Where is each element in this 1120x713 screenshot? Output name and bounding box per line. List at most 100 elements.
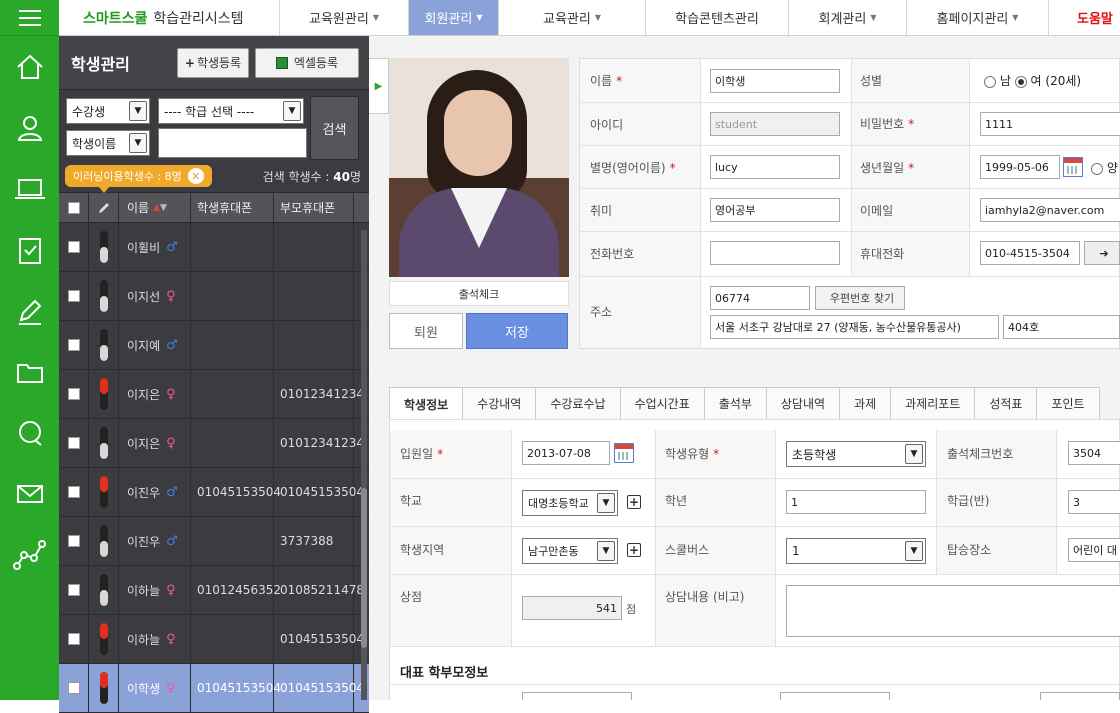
sms-icon[interactable]: ➔ [1084, 241, 1120, 265]
enter-date-input[interactable]: 2013-07-08 [522, 441, 610, 465]
menu-contents[interactable]: 학습콘텐츠관리 [646, 0, 789, 35]
table-row[interactable]: 이진우 ♂ 3737388 [59, 517, 369, 566]
address-detail-input[interactable]: 404호 [1003, 315, 1120, 339]
tab-4[interactable]: 출석부 [703, 387, 767, 419]
row-checkbox[interactable] [67, 388, 80, 400]
zipcode-input[interactable]: 06774 [710, 286, 810, 310]
calendar-icon[interactable] [614, 443, 634, 463]
row-checkbox[interactable] [67, 633, 80, 645]
graph-icon[interactable] [0, 524, 59, 585]
table-row[interactable]: 이휠비 ♂ [59, 223, 369, 272]
tab-7[interactable]: 과제리포트 [890, 387, 976, 419]
add-school-icon[interactable]: + [627, 495, 641, 509]
table-row[interactable]: 이지은 ♀ 01012341234 [59, 419, 369, 468]
row-checkbox[interactable] [67, 584, 80, 596]
class-select[interactable]: ---- 학급 선택 ---- ▼ [158, 98, 304, 124]
phone-input[interactable] [710, 241, 840, 265]
tab-1[interactable]: 수강내역 [462, 387, 537, 419]
attendance-number-input[interactable]: 3504 [1068, 441, 1120, 465]
nickname-input[interactable]: lucy [710, 155, 840, 179]
table-row[interactable]: 이진우 ♂ 01045153504 01045153504 [59, 468, 369, 517]
parent-field[interactable] [522, 692, 632, 700]
withdraw-button[interactable]: 퇴원 [389, 313, 463, 349]
school-dropdown[interactable]: 대명초등학교 ▼ [522, 490, 618, 516]
table-row[interactable]: 이지은 ♀ 01012341234 [59, 370, 369, 419]
calendar-icon[interactable] [1063, 157, 1083, 177]
hobby-input[interactable]: 영어공부 [710, 198, 840, 222]
parent-field[interactable] [1040, 692, 1120, 700]
attendance-check[interactable]: 출석체크 [389, 281, 569, 306]
parent-field[interactable] [780, 692, 890, 700]
table-row[interactable]: 이학생 ♀ 01045153504 01045153504 [59, 664, 369, 713]
tab-5[interactable]: 상담내역 [765, 387, 841, 419]
tab-9[interactable]: 포인트 [1036, 387, 1100, 419]
address-input[interactable]: 서울 서초구 강남대로 27 (양재동, 농수산물유통공사) [710, 315, 999, 339]
table-row[interactable]: 이하늘 ♀ 01012456352 01085211478 [59, 566, 369, 615]
mail-icon[interactable] [0, 463, 59, 524]
mobile-input[interactable]: 010-4515-3504 [980, 241, 1080, 265]
row-checkbox[interactable] [67, 535, 80, 547]
birth-input[interactable]: 1999-05-06 [980, 155, 1060, 179]
row-checkbox[interactable] [67, 290, 80, 302]
tab-3[interactable]: 수업시간표 [619, 387, 705, 419]
name-input[interactable]: 이학생 [710, 69, 840, 93]
brand[interactable]: 스마트스쿨 학습관리시스템 [59, 0, 280, 35]
row-checkbox[interactable] [67, 682, 80, 694]
gender-female-radio[interactable] [1014, 75, 1027, 88]
menu-education[interactable]: 교육관리 ▼ [499, 0, 646, 35]
row-checkbox[interactable] [67, 241, 80, 253]
panel-toggle-button[interactable]: ▶ [369, 58, 389, 114]
menu-edu-center[interactable]: 교육원관리 ▼ [280, 0, 409, 35]
table-row[interactable]: 이하늘 ♀ 01045153504 [59, 615, 369, 664]
search-field-select[interactable]: 학생이름 ▼ [66, 130, 150, 156]
find-zipcode-button[interactable]: 우편번호 찾기 [815, 286, 905, 310]
table-row[interactable]: 이지예 ♂ [59, 321, 369, 370]
student-type-dropdown[interactable]: 초등학생 ▼ [786, 441, 926, 467]
status-lamp-icon [99, 672, 108, 704]
gender-male-radio[interactable] [984, 75, 996, 88]
tab-8[interactable]: 성적표 [974, 387, 1038, 419]
grade-input[interactable]: 1 [786, 490, 926, 514]
tab-6[interactable]: 과제 [839, 387, 892, 419]
pencil-icon[interactable] [0, 280, 59, 341]
chat-icon[interactable] [0, 402, 59, 463]
select-all-checkbox[interactable] [67, 201, 80, 214]
search-button[interactable]: 검색 [310, 96, 359, 160]
boarding-place-input[interactable]: 어린이 대 [1068, 538, 1120, 562]
menu-homepage[interactable]: 홈페이지관리 ▼ [907, 0, 1049, 35]
tab-0[interactable]: 학생정보 [389, 387, 464, 420]
memo-textarea[interactable] [786, 585, 1120, 637]
close-icon[interactable]: ✕ [187, 168, 204, 184]
password-input[interactable]: 1111 [980, 112, 1120, 136]
student-name: 이휠비 ♂ [119, 223, 191, 271]
arrow-right-icon: ▶ [374, 80, 383, 92]
class-input[interactable]: 3 [1068, 490, 1120, 514]
menu-accounting[interactable]: 회계관리 ▼ [789, 0, 907, 35]
region-dropdown[interactable]: 남구만촌동 ▼ [522, 538, 618, 564]
gender-radio-group[interactable]: 남 여 (20세) [984, 72, 1081, 89]
menu-member[interactable]: 회원관리 ▼ [409, 0, 499, 35]
school-bus-dropdown[interactable]: 1 ▼ [786, 538, 926, 564]
add-region-icon[interactable]: + [627, 543, 641, 557]
lunar-solar-radio[interactable]: 양 [1091, 159, 1118, 176]
excel-register-button[interactable]: 엑셀등록 [255, 47, 359, 78]
save-button[interactable]: 저장 [466, 313, 568, 349]
person-icon[interactable] [0, 97, 59, 158]
table-row[interactable]: 이지선 ♀ [59, 272, 369, 321]
name-column-header[interactable]: 이름 ▲▼ [119, 193, 191, 222]
laptop-icon[interactable] [0, 158, 59, 219]
row-checkbox[interactable] [67, 486, 80, 498]
student-type-select[interactable]: 수강생 ▼ [66, 98, 150, 124]
search-input[interactable] [158, 128, 307, 158]
menu-toggle-button[interactable] [0, 0, 59, 36]
tab-2[interactable]: 수강료수납 [535, 387, 621, 419]
clipboard-icon[interactable] [0, 219, 59, 280]
row-checkbox[interactable] [67, 437, 80, 449]
folder-icon[interactable] [0, 341, 59, 402]
register-student-button[interactable]: + 학생등록 [177, 47, 249, 78]
email-input[interactable]: iamhyla2@naver.com [980, 198, 1120, 222]
home-icon[interactable] [0, 36, 59, 97]
scrollbar[interactable] [361, 230, 367, 700]
row-checkbox[interactable] [67, 339, 80, 351]
menu-help[interactable]: 도움말 [1049, 0, 1120, 35]
